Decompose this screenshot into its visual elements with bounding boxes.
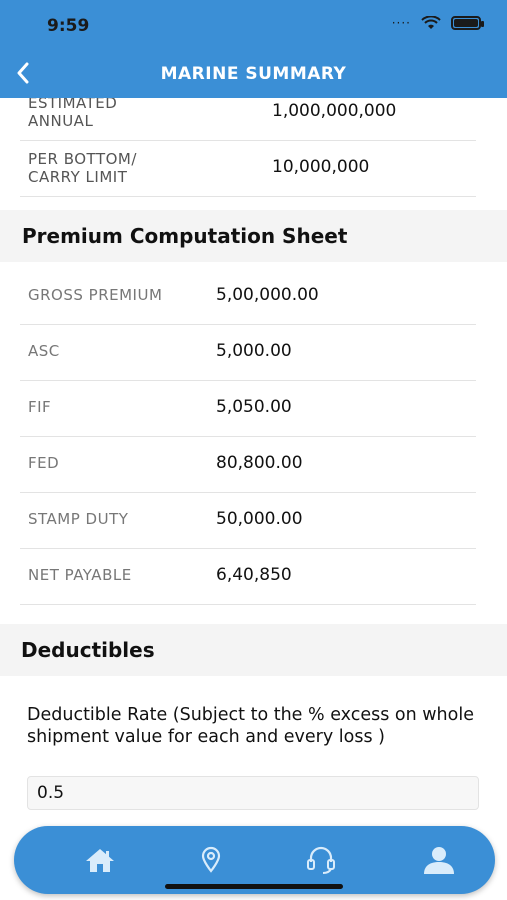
deductibles-section-title: Deductibles [21, 638, 155, 662]
profile-icon [424, 847, 454, 874]
home-icon [86, 849, 114, 872]
detail-value: 10,000,000 [272, 157, 370, 177]
detail-label-line2: ANNUAL [28, 112, 94, 130]
deductibles-section-header: Deductibles [0, 624, 507, 676]
detail-row-carry-limit: PER BOTTOM/ CARRY LIMIT 10,000,000 [20, 140, 476, 197]
premium-value: 5,00,000.00 [216, 285, 319, 305]
premium-section-title: Premium Computation Sheet [22, 224, 348, 248]
premium-row-asc: ASC 5,000.00 [20, 324, 476, 381]
nav-profile[interactable] [421, 842, 457, 878]
premium-label: ASC [28, 342, 60, 360]
wifi-icon [421, 16, 441, 29]
premium-label: GROSS PREMIUM [28, 286, 163, 304]
premium-label: NET PAYABLE [28, 566, 132, 584]
signal-icon: ···· [391, 16, 411, 30]
status-time: 9:59 [47, 16, 90, 36]
detail-label: PER BOTTOM/ CARRY LIMIT [28, 150, 137, 186]
detail-label-line1: PER BOTTOM/ [28, 150, 137, 168]
premium-row-fif: FIF 5,050.00 [20, 380, 476, 437]
page-title: MARINE SUMMARY [160, 64, 347, 84]
premium-value: 5,050.00 [216, 397, 292, 417]
detail-label-line2: CARRY LIMIT [28, 168, 128, 186]
status-icons: ···· [391, 16, 484, 30]
app-header: 9:59 ···· MARINE SUMMARY [0, 0, 507, 98]
premium-section-header: Premium Computation Sheet [0, 210, 507, 262]
premium-label: FIF [28, 398, 52, 416]
premium-value: 6,40,850 [216, 565, 292, 585]
nav-support[interactable] [303, 842, 339, 878]
detail-row-estimated-annual: ESTIMATED ANNUAL 1,000,000,000 [20, 98, 476, 141]
detail-label: ESTIMATED ANNUAL [28, 98, 117, 130]
premium-row-stamp-duty: STAMP DUTY 50,000.00 [20, 492, 476, 549]
home-indicator [165, 884, 343, 889]
headset-icon [307, 846, 335, 874]
battery-icon [451, 16, 484, 30]
nav-location[interactable] [193, 842, 229, 878]
deductible-rate-field[interactable]: 0.5 [27, 776, 479, 810]
detail-label-line1: ESTIMATED [28, 98, 118, 112]
location-icon [201, 846, 221, 873]
premium-value: 50,000.00 [216, 509, 303, 529]
detail-value: 1,000,000,000 [272, 101, 397, 121]
premium-value: 80,800.00 [216, 453, 303, 473]
premium-label: FED [28, 454, 60, 472]
premium-row-fed: FED 80,800.00 [20, 436, 476, 493]
premium-value: 5,000.00 [216, 341, 292, 361]
deductible-rate-label: Deductible Rate (Subject to the % excess… [27, 705, 474, 747]
nav-home[interactable] [82, 842, 118, 878]
premium-label: STAMP DUTY [28, 510, 129, 528]
summary-content[interactable]: ESTIMATED ANNUAL 1,000,000,000 PER BOTTO… [0, 98, 507, 900]
premium-row-net-payable: NET PAYABLE 6,40,850 [20, 548, 476, 605]
premium-row-gross-premium: GROSS PREMIUM 5,00,000.00 [20, 268, 476, 325]
